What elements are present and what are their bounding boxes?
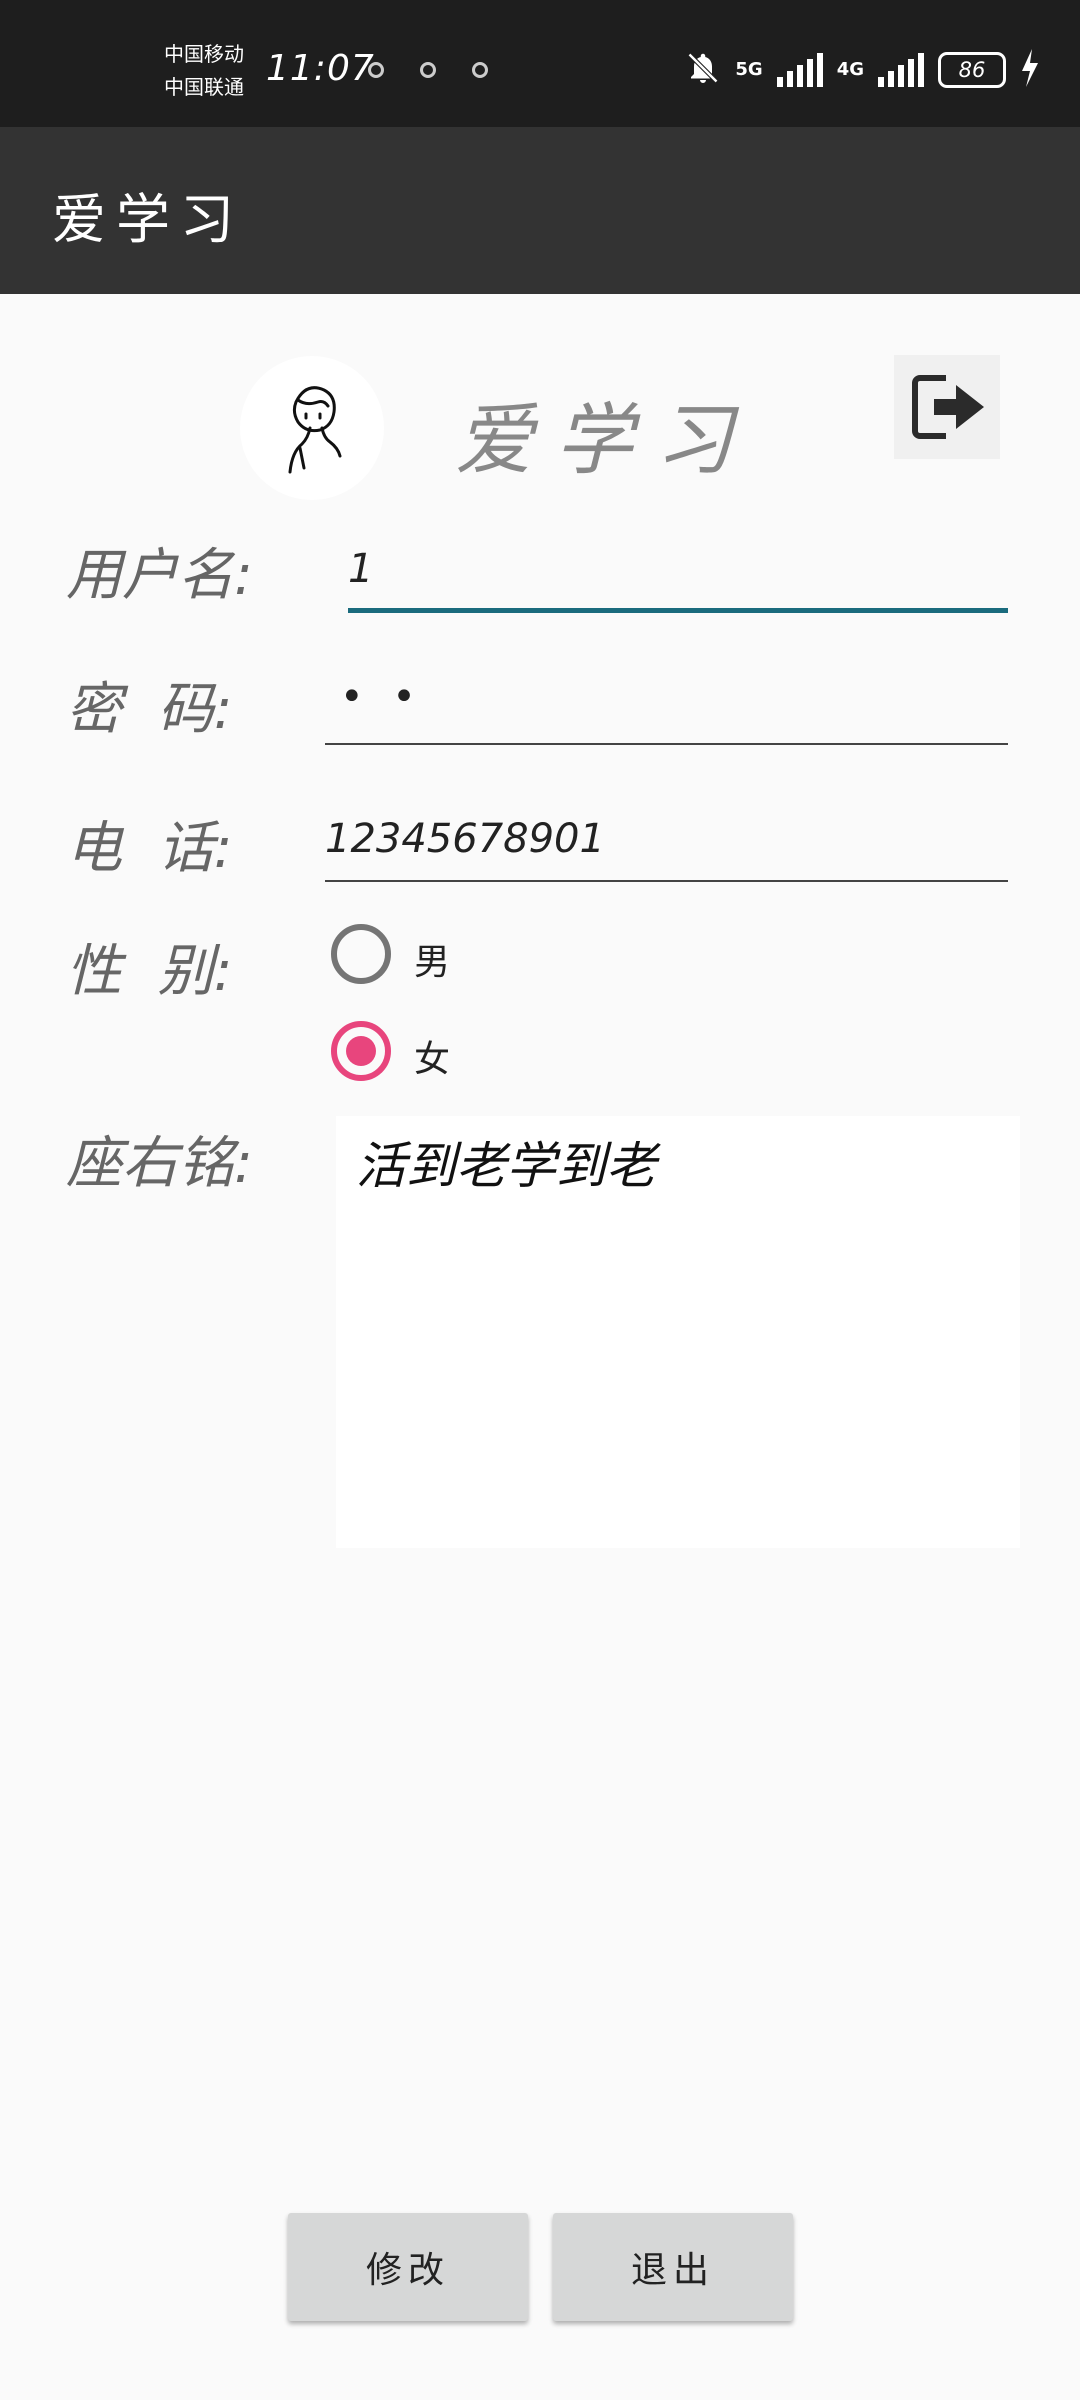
boy-sketch-icon [288,386,342,474]
password-underline [325,743,1008,745]
charging-icon [1020,49,1040,91]
gender-female-label[interactable]: 女 [414,1030,450,1082]
battery-level: 86 [958,58,986,82]
notification-icon [472,62,488,78]
motto-text: 活到老学到老 [356,1137,656,1195]
network-type-1: 5G [735,59,763,80]
motto-textarea[interactable]: 活到老学到老 [336,1116,1020,1548]
notification-icon [368,62,384,78]
network-type-2: 4G [836,59,864,80]
phone-label: 电 话: [66,816,233,881]
mute-bell-icon [685,50,721,90]
status-icons: 5G 4G 86 [685,48,1040,92]
gender-female-radio[interactable] [331,1021,391,1081]
gender-male-radio[interactable] [331,924,391,984]
app-title: 爱学习 [52,188,244,251]
carrier-info: 中国移动 中国联通 [164,38,244,104]
modify-button[interactable]: 修改 [288,2213,528,2321]
signal-icon [776,53,823,87]
signal-icon [878,53,924,87]
username-input[interactable]: 1 [348,546,373,592]
status-time: 11:07 [266,48,375,89]
carrier-1: 中国移动 [164,42,244,66]
exit-icon-button[interactable] [894,355,1000,459]
brand-title: 爱学习 [455,396,756,486]
avatar [240,356,384,500]
gender-male-label[interactable]: 男 [414,933,450,985]
status-bar: 中国移动 中国联通 11:07 5G 4G 86 [0,0,1080,127]
username-underline [348,608,1008,613]
gender-label: 性 别: [66,939,233,1004]
password-label: 密 码: [66,677,233,742]
exit-icon [912,375,984,439]
username-label: 用户名: [66,543,253,608]
battery-icon: 86 [938,52,1006,88]
phone-input[interactable]: 12345678901 [325,816,605,862]
motto-label: 座右铭: [66,1131,253,1196]
app-bar: 爱学习 [0,127,1080,294]
phone-underline [325,880,1008,882]
exit-button[interactable]: 退出 [553,2213,793,2321]
password-input[interactable]: • • [340,674,424,720]
carrier-2: 中国联通 [164,75,244,99]
notification-icon [420,62,436,78]
